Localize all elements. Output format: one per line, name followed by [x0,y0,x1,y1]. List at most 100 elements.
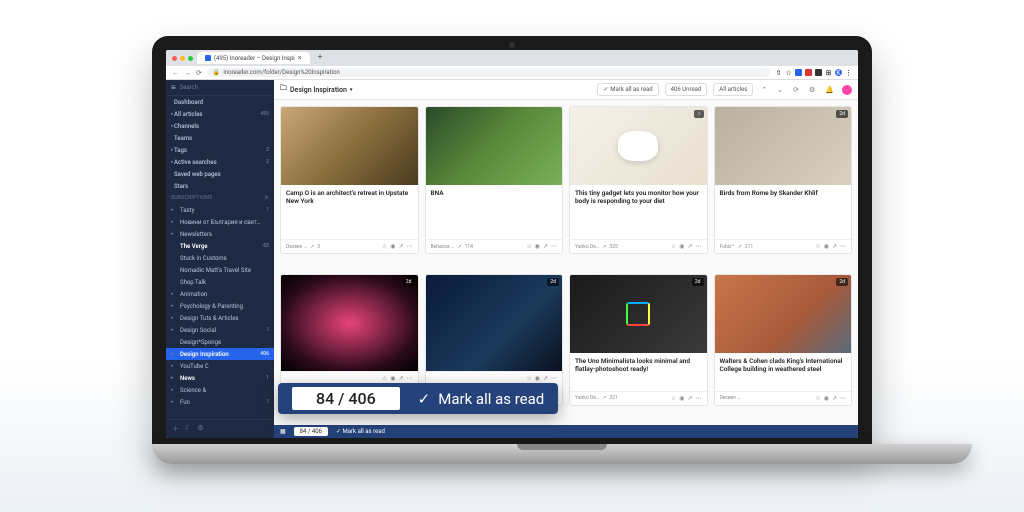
bell-icon[interactable]: 🔔 [823,86,836,94]
sidebar-item-teams[interactable]: Teams [166,132,274,144]
browser-address-bar: ← → ⟳ 🔒 inoreader.com/folder/Design%20In… [166,66,858,80]
folder-title[interactable]: 🗀 Design Inspiration ▾ [280,84,352,95]
chevron-down-icon[interactable]: ⌄ [775,86,785,94]
magnified-mark-all-read[interactable]: ✓ Mark all as read [418,390,545,408]
star-icon[interactable]: ☆ [815,243,820,250]
ext1-icon[interactable] [795,69,802,76]
forward-icon[interactable]: → [184,69,191,77]
article-card[interactable]: 2d Birds from Rome by Skander Khlif Fubi… [714,106,853,254]
sidebar-sub-news[interactable]: News1 [166,372,274,384]
more-icon[interactable]: ⋯ [696,243,702,250]
article-grid: Camp O is an architect's retreat in Upst… [274,100,858,425]
sidebar: ≡ Search Dashboard All articles495 Chann… [166,80,274,438]
open-icon[interactable]: ↗ [543,243,548,250]
article-card[interactable]: 2d Walters & Cohen clads King's Internat… [714,274,853,406]
sidebar-sub-verge[interactable]: The Verge65 [166,240,274,252]
avatar-icon[interactable] [842,85,852,95]
sidebar-sub-animation[interactable]: Animation [166,288,274,300]
sidebar-sub-design-tuts[interactable]: Design Tuts & Articles [166,312,274,324]
content-toolbar: 🗀 Design Inspiration ▾ ✓Mark all as read… [274,80,858,100]
folder-icon: 🗀 [280,84,287,95]
sidebar-item-dashboard[interactable]: Dashboard [166,96,274,108]
sidebar-item-channels[interactable]: Channels [166,120,274,132]
article-card[interactable]: BNA Behance …↗114☆◉↗⋯ [425,106,564,254]
avatar-icon[interactable]: K [835,69,842,76]
open-icon[interactable]: ↗ [398,243,403,250]
mark-all-read-button[interactable]: ✓Mark all as read [597,83,658,96]
sidebar-section-subscriptions: SUBSCRIPTIONS⚙ [166,192,274,204]
close-window-icon[interactable] [172,56,177,61]
moon-icon[interactable]: ☾ [185,424,191,434]
eye-icon[interactable]: ◉ [824,243,829,250]
article-card[interactable]: Camp O is an architect's retreat in Upst… [280,106,419,254]
search-input[interactable]: Search [180,84,269,91]
puzzle-icon[interactable]: ⊞ [825,69,832,76]
sidebar-sub-youtube[interactable]: YouTube C [166,360,274,372]
back-icon[interactable]: ← [172,69,179,77]
article-title: The Uno Minimalista looks minimal and fl… [575,357,702,373]
mark-all-read-footer[interactable]: ✓ Mark all as read [336,428,385,435]
sidebar-sub-psychology[interactable]: Psychology & Parenting [166,300,274,312]
sidebar-sub-nomadic-matt[interactable]: Nomadic Matt's Travel Site [166,264,274,276]
grid-view-icon[interactable]: ▦ [280,428,286,435]
sidebar-sub-design-sponge[interactable]: Design*Sponge [166,336,274,348]
sidebar-item-tags[interactable]: Tags2 [166,144,274,156]
sidebar-sub-design-inspiration[interactable]: Design Inspiration406 [166,348,274,360]
browser-tab[interactable]: (495) Inoreader – Design Inspi × [197,52,310,64]
minimize-window-icon[interactable] [180,56,185,61]
article-thumbnail: 2d [281,275,418,371]
share-icon[interactable]: ⇧ [775,69,782,76]
sidebar-item-all-articles[interactable]: All articles495 [166,108,274,120]
sidebar-sub-stuck-customs[interactable]: Stuck in Customs [166,252,274,264]
maximize-window-icon[interactable] [188,56,193,61]
gear-icon[interactable]: ⚙ [264,195,269,201]
article-meta: Dezeen …↗3☆◉↗⋯ [281,239,418,253]
refresh-icon[interactable]: ⟳ [791,86,801,94]
reload-icon[interactable]: ⟳ [196,69,202,77]
more-icon[interactable]: ⋯ [551,243,557,250]
chevron-up-icon[interactable]: ⌃ [759,86,769,94]
all-articles-filter-button[interactable]: All articles [713,83,753,96]
sidebar-sub-design-social[interactable]: Design Social3 [166,324,274,336]
open-icon[interactable]: ↗ [832,243,837,250]
star-icon[interactable]: ☆ [785,69,792,76]
unread-filter-button[interactable]: 406 Unread [665,83,708,96]
sidebar-sub-fun[interactable]: Fun3 [166,396,274,408]
ext3-icon[interactable] [815,69,822,76]
new-tab-button[interactable]: + [314,53,327,63]
article-title: This tiny gadget lets you monitor how yo… [575,189,702,205]
settings-icon[interactable]: ⚙ [197,424,203,434]
sidebar-item-stars[interactable]: Stars [166,180,274,192]
article-thumbnail: 2d [570,275,707,353]
article-card[interactable]: ○ This tiny gadget lets you monitor how … [569,106,708,254]
article-card[interactable]: 2d The Uno Minimalista looks minimal and… [569,274,708,406]
sidebar-sub-science[interactable]: Science & [166,384,274,396]
tab-close-icon[interactable]: × [298,54,302,62]
sidebar-sub-shop-talk[interactable]: Shop Talk [166,276,274,288]
sidebar-item-active-searches[interactable]: Active searches2 [166,156,274,168]
star-icon[interactable]: ☆ [526,243,531,250]
sidebar-sub-newsletters[interactable]: Newsletters [166,228,274,240]
eye-icon[interactable]: ◉ [535,243,540,250]
sidebar-item-saved-pages[interactable]: Saved web pages [166,168,274,180]
article-title: Walters & Cohen clads King's Internation… [720,357,847,373]
menu-icon[interactable]: ⋮ [845,69,852,76]
star-icon[interactable]: ☆ [382,243,387,250]
sidebar-sub-tasty[interactable]: Tasty1 [166,204,274,216]
favicon-icon [205,55,211,61]
star-icon[interactable]: ☆ [671,243,676,250]
eye-icon[interactable]: ◉ [679,243,684,250]
eye-icon[interactable]: ◉ [390,243,395,250]
url-input[interactable]: 🔒 inoreader.com/folder/Design%20Inspirat… [207,68,770,77]
more-icon[interactable]: ⋯ [840,243,846,250]
progress-counter: 84 / 406 [294,427,328,436]
ext2-icon[interactable] [805,69,812,76]
sidebar-sub-news-bg[interactable]: Новини от България и свет… [166,216,274,228]
options-icon[interactable]: ⚙ [807,86,817,94]
hamburger-icon[interactable]: ≡ [171,83,176,92]
more-icon[interactable]: ⋯ [407,243,413,250]
open-icon[interactable]: ↗ [687,243,692,250]
add-icon[interactable]: ＋ [172,424,179,434]
window-controls[interactable] [172,56,193,61]
extension-icons: ⇧ ☆ ⊞ K ⋮ [775,69,852,76]
